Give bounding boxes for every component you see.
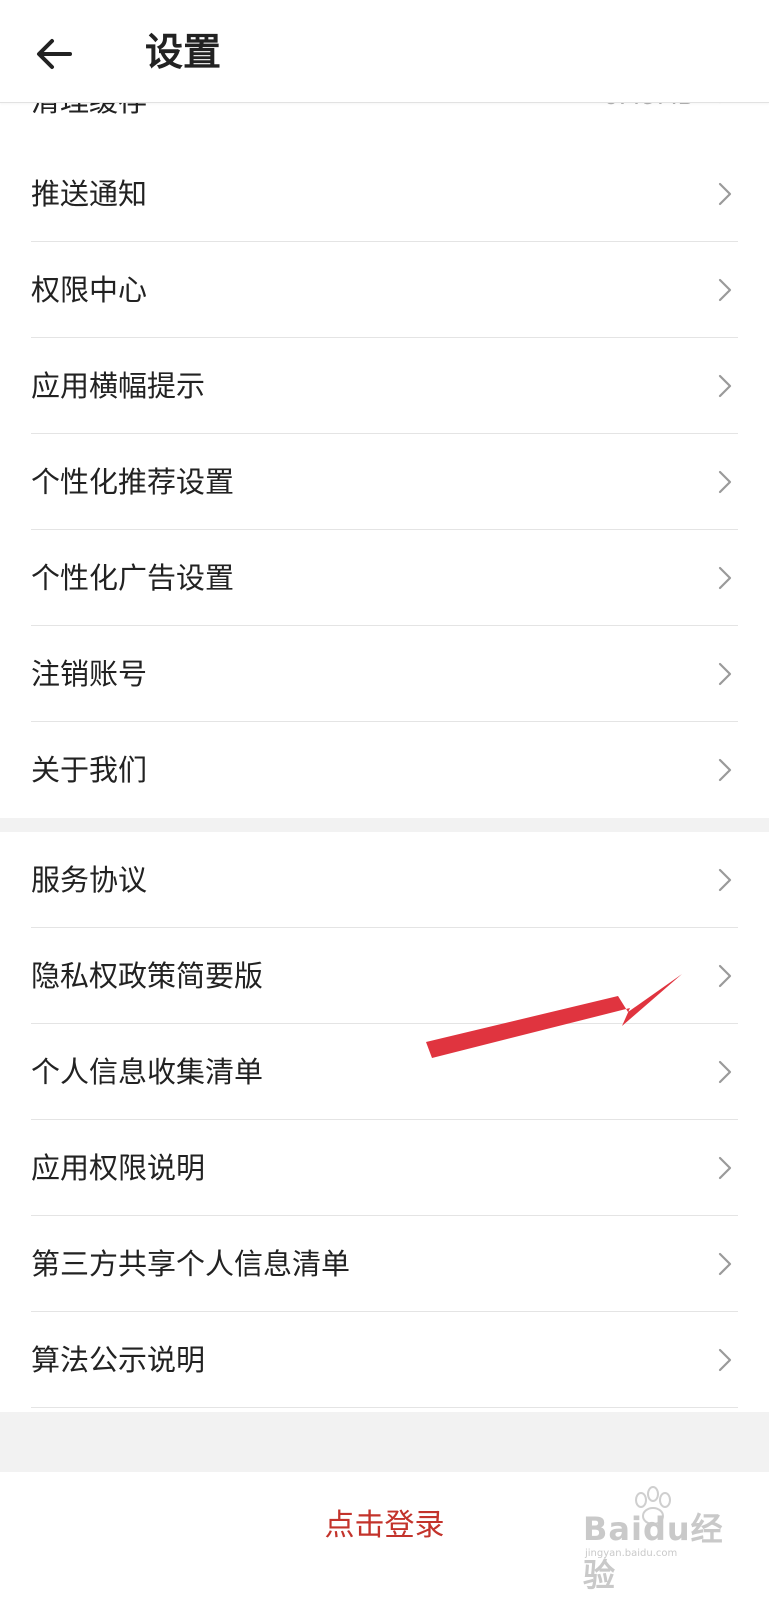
page-title: 设置 bbox=[145, 30, 222, 74]
login-footer: 点击登录 Baidu经验 jingyan.baidu.com bbox=[0, 1472, 769, 1600]
chevron-right-icon bbox=[718, 1156, 732, 1180]
watermark-url: jingyan.baidu.com bbox=[585, 1548, 678, 1559]
chevron-right-icon bbox=[718, 1348, 732, 1372]
row-label: 推送通知 bbox=[31, 177, 148, 211]
settings-row-service-agreement[interactable]: 服务协议 bbox=[31, 832, 738, 928]
settings-row-personalized-recommendations[interactable]: 个性化推荐设置 bbox=[31, 434, 738, 530]
settings-row-app-permissions[interactable]: 应用权限说明 bbox=[31, 1120, 738, 1216]
settings-section-general: 推送通知 权限中心 应用横幅提示 个性化推荐设置 个性化广告设置 注销账号 关于… bbox=[0, 146, 769, 818]
settings-row-push-notifications[interactable]: 推送通知 bbox=[31, 146, 738, 242]
chevron-right-icon bbox=[718, 566, 732, 590]
chevron-right-icon bbox=[718, 374, 732, 398]
bottom-spacer bbox=[0, 1412, 769, 1472]
back-button[interactable] bbox=[30, 30, 78, 78]
row-label: 关于我们 bbox=[31, 753, 148, 787]
row-label: 个人信息收集清单 bbox=[31, 1055, 264, 1089]
settings-row-third-party-sharing[interactable]: 第三方共享个人信息清单 bbox=[31, 1216, 738, 1312]
row-label: 应用横幅提示 bbox=[31, 369, 206, 403]
row-label: 算法公示说明 bbox=[31, 1343, 206, 1377]
row-label: 服务协议 bbox=[31, 863, 148, 897]
chevron-right-icon bbox=[718, 1252, 732, 1276]
chevron-right-icon bbox=[718, 182, 732, 206]
chevron-right-icon bbox=[718, 278, 732, 302]
row-label: 权限中心 bbox=[31, 273, 148, 307]
app-header: 设置 bbox=[0, 0, 769, 103]
chevron-right-icon bbox=[718, 964, 732, 988]
row-label: 个性化推荐设置 bbox=[31, 465, 235, 499]
settings-row-delete-account[interactable]: 注销账号 bbox=[31, 626, 738, 722]
settings-row-algorithm-disclosure[interactable]: 算法公示说明 bbox=[31, 1312, 738, 1408]
row-label: 注销账号 bbox=[31, 657, 148, 691]
chevron-right-icon bbox=[718, 758, 732, 782]
baidu-watermark: Baidu经验 jingyan.baidu.com bbox=[579, 1486, 739, 1594]
row-label: 应用权限说明 bbox=[31, 1151, 206, 1185]
settings-row-app-banner[interactable]: 应用横幅提示 bbox=[31, 338, 738, 434]
settings-row-about-us[interactable]: 关于我们 bbox=[31, 722, 738, 818]
section-divider bbox=[0, 818, 769, 832]
chevron-right-icon bbox=[718, 470, 732, 494]
row-label: 第三方共享个人信息清单 bbox=[31, 1247, 351, 1281]
arrow-left-icon bbox=[37, 39, 72, 69]
settings-section-legal: 服务协议 隐私权政策简要版 个人信息收集清单 应用权限说明 第三方共享个人信息清… bbox=[0, 832, 769, 1408]
settings-row-privacy-policy-summary[interactable]: 隐私权政策简要版 bbox=[31, 928, 738, 1024]
row-label: 隐私权政策简要版 bbox=[31, 959, 264, 993]
chevron-right-icon bbox=[718, 868, 732, 892]
row-label: 个性化广告设置 bbox=[31, 561, 235, 595]
settings-row-permission-center[interactable]: 权限中心 bbox=[31, 242, 738, 338]
chevron-right-icon bbox=[718, 1060, 732, 1084]
chevron-right-icon bbox=[718, 662, 732, 686]
settings-row-personalized-ads[interactable]: 个性化广告设置 bbox=[31, 530, 738, 626]
settings-row-personal-info-list[interactable]: 个人信息收集清单 bbox=[31, 1024, 738, 1120]
